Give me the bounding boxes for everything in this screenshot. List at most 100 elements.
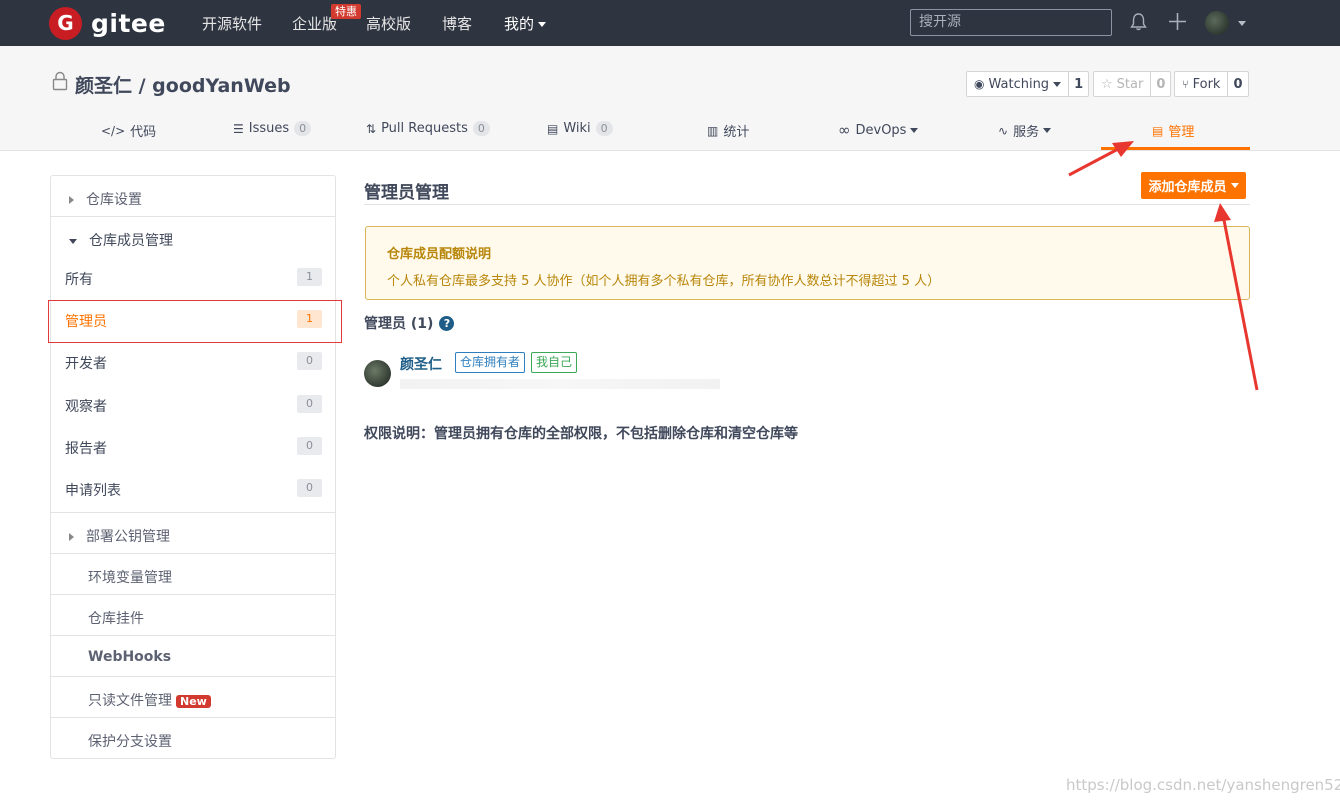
star-label: Star [1116, 76, 1144, 92]
quota-notice: 仓库成员配额说明 个人私有仓库最多支持 5 人协作（如个人拥有多个私有仓库，所有… [365, 226, 1250, 300]
tab-label: 服务 [1013, 125, 1040, 140]
star-icon: ☆ [1101, 76, 1113, 92]
tab-services[interactable]: ∿ 服务 [998, 121, 1052, 140]
chevron-down-icon [910, 127, 919, 133]
lock-icon [52, 71, 68, 91]
add-member-button[interactable]: 添加仓库成员 [1141, 172, 1246, 199]
nav-university[interactable]: 高校版 [366, 13, 411, 34]
tab-pull-requests[interactable]: ⇅ Pull Requests 0 [366, 121, 490, 136]
fork-button[interactable]: ⑂ Fork 0 [1174, 71, 1249, 97]
add-member-label: 添加仓库成员 [1148, 180, 1227, 195]
self-tag: 我自己 [531, 352, 578, 373]
eye-icon: ◉ [974, 77, 985, 91]
sidebar-item-observers[interactable]: 观察者 0 [51, 395, 335, 416]
owner-tag: 仓库拥有者 [455, 352, 526, 373]
manage-icon: ▤ [1152, 123, 1164, 138]
new-badge: New [176, 695, 211, 708]
chevron-down-icon [1053, 81, 1062, 87]
sidebar-item-label: 报告者 [65, 441, 107, 457]
caret-down-icon [69, 238, 77, 244]
watch-button[interactable]: ◉ Watching 1 [966, 71, 1090, 97]
tab-label: Wiki [563, 121, 591, 136]
caret-right-icon [69, 196, 74, 204]
highlight-box [48, 300, 342, 343]
sidebar-item-label: 观察者 [65, 399, 107, 415]
gitee-logo[interactable]: G gitee [49, 6, 166, 40]
star-count[interactable]: 0 [1151, 77, 1170, 92]
search-input[interactable]: 搜开源 [910, 9, 1112, 36]
watch-count[interactable]: 1 [1069, 77, 1088, 92]
chevron-down-icon[interactable] [1238, 21, 1246, 26]
user-avatar[interactable] [1205, 11, 1229, 35]
plus-icon[interactable] [1168, 12, 1187, 31]
admin-list-heading: 管理员 (1)? [364, 313, 455, 333]
sidebar-env-vars[interactable]: 环境变量管理 [88, 567, 372, 587]
sidebar-branch-protect[interactable]: 保护分支设置 [88, 731, 372, 751]
fork-count[interactable]: 0 [1228, 77, 1247, 92]
sidebar-item-label: 环境变量管理 [88, 570, 172, 586]
sidebar-item-label: 只读文件管理 [88, 693, 172, 709]
divider [51, 512, 335, 513]
fork-label: Fork [1192, 76, 1221, 92]
tab-wiki[interactable]: ▤ Wiki 0 [547, 121, 613, 136]
tab-label: Pull Requests [381, 121, 468, 136]
tab-manage[interactable]: ▤ 管理 [1152, 121, 1195, 141]
member-detail-redacted [400, 379, 720, 389]
sidebar-repo-settings[interactable]: 仓库设置 [69, 189, 353, 209]
divider [51, 216, 335, 217]
tab-code[interactable]: </> 代码 [101, 121, 156, 141]
star-button[interactable]: ☆ Star 0 [1093, 71, 1172, 97]
watch-label: Watching [988, 76, 1050, 92]
gitee-logo-icon: G [49, 6, 82, 40]
avatar[interactable] [364, 360, 391, 387]
tab-count: 0 [595, 121, 613, 136]
tab-label: 管理 [1168, 125, 1195, 140]
discount-badge: 特惠 [331, 4, 361, 19]
divider [51, 717, 335, 718]
divider [51, 553, 335, 554]
sidebar-webhooks[interactable]: WebHooks [88, 649, 372, 665]
permission-note: 权限说明：管理员拥有仓库的全部权限，不包括删除仓库和清空仓库等 [364, 426, 798, 442]
chevron-down-icon [538, 22, 547, 27]
sidebar-plugins[interactable]: 仓库挂件 [88, 608, 372, 628]
tab-count: 0 [294, 121, 312, 136]
tab-devops[interactable]: ∞ DevOps [838, 121, 919, 139]
sidebar-item-developers[interactable]: 开发者 0 [51, 352, 335, 373]
book-icon: ▤ [547, 121, 559, 136]
pull-request-icon: ⇅ [366, 121, 377, 136]
count-badge: 0 [297, 479, 322, 497]
sidebar-members-group[interactable]: 仓库成员管理 [69, 230, 353, 250]
sidebar-item-label: 保护分支设置 [88, 734, 172, 750]
sidebar-item-label: 部署公钥管理 [86, 529, 170, 545]
caret-right-icon [69, 533, 74, 541]
nav-open-source[interactable]: 开源软件 [202, 13, 262, 34]
tab-issues[interactable]: ☰ Issues 0 [233, 121, 312, 136]
pulse-icon: ∿ [998, 123, 1009, 138]
bar-chart-icon: ▥ [707, 123, 719, 138]
settings-sidebar: 仓库设置 仓库成员管理 所有 1 管理员 1 开发者 0 观察者 0 报告者 0 申请列表… [50, 175, 336, 759]
sidebar-item-reporters[interactable]: 报告者 0 [51, 437, 335, 458]
tab-stats[interactable]: ▥ 统计 [707, 121, 749, 141]
sidebar-deploy-keys[interactable]: 部署公钥管理 [69, 526, 353, 546]
fork-icon: ⑂ [1182, 77, 1189, 91]
active-tab-indicator [1101, 147, 1250, 150]
bell-icon[interactable] [1130, 13, 1147, 31]
sidebar-item-label: 仓库设置 [86, 192, 142, 208]
count-badge: 0 [297, 352, 322, 370]
nav-mine[interactable]: 我的 [504, 13, 547, 34]
sidebar-readonly-files[interactable]: 只读文件管理 New [88, 690, 372, 710]
sidebar-item-label: 申请列表 [65, 483, 121, 499]
sidebar-item-all[interactable]: 所有 1 [51, 268, 335, 289]
sidebar-item-applications[interactable]: 申请列表 0 [51, 479, 335, 500]
sidebar-item-label: WebHooks [88, 649, 172, 665]
help-icon[interactable]: ? [439, 315, 455, 331]
admin-heading-label: 管理员 (1) [364, 316, 434, 332]
nav-blog[interactable]: 博客 [442, 13, 472, 34]
notice-body: 个人私有仓库最多支持 5 人协作（如个人拥有多个私有仓库，所有协作人数总计不得超… [387, 274, 941, 289]
infinity-icon: ∞ [838, 121, 851, 139]
repo-title[interactable]: 颜圣仁 / goodYanWeb [75, 71, 291, 98]
member-name[interactable]: 颜圣仁 [400, 354, 442, 374]
count-badge: 0 [297, 437, 322, 455]
chevron-down-icon [1230, 183, 1239, 188]
nav-mine-label: 我的 [504, 15, 535, 33]
